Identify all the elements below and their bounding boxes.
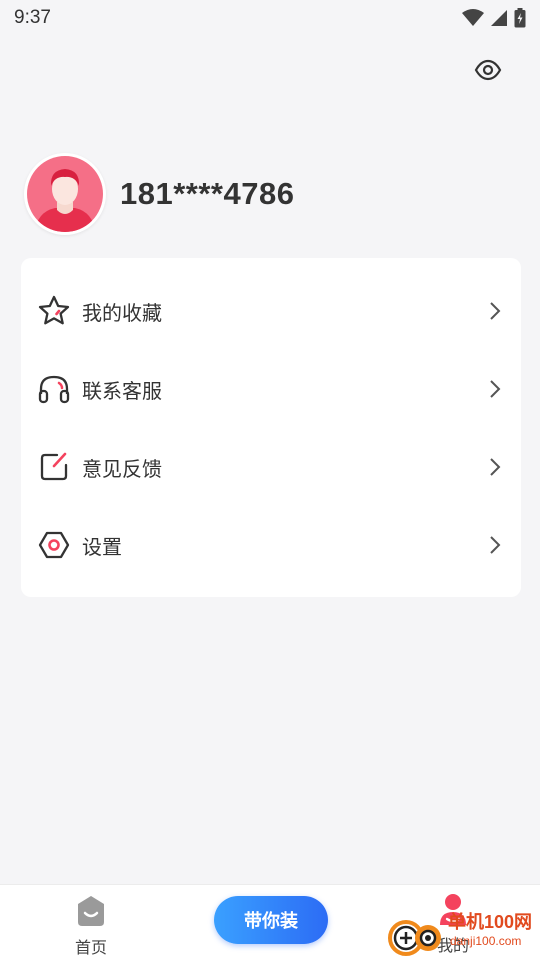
menu-item-label: 意见反馈 [82, 458, 162, 481]
avatar-image [27, 156, 103, 232]
menu-card: 我的收藏 联系客服 意见反馈 设置 [21, 258, 521, 597]
avatar[interactable] [24, 153, 106, 235]
username: 181****4786 [120, 176, 295, 211]
menu-item-settings[interactable]: 设置 [21, 506, 521, 584]
menu-item-label: 联系客服 [82, 380, 162, 403]
chevron-right-icon [490, 380, 501, 398]
cell-signal-icon [491, 10, 507, 26]
menu-item-feedback[interactable]: 意见反馈 [21, 428, 521, 506]
menu-item-label: 我的收藏 [82, 302, 162, 325]
status-time: 9:37 [14, 7, 51, 28]
nav-home-label: 首页 [74, 940, 107, 957]
battery-icon [514, 8, 526, 28]
menu-item-label: 设置 [82, 536, 122, 559]
profile-header[interactable]: 181****4786 [24, 153, 294, 235]
headset-icon [37, 372, 71, 406]
settings-hexagon-icon [37, 528, 71, 562]
menu-item-customer-service[interactable]: 联系客服 [21, 350, 521, 428]
chevron-right-icon [490, 458, 501, 476]
eye-icon[interactable] [474, 56, 502, 84]
wifi-icon [462, 9, 484, 26]
edit-note-icon [37, 450, 71, 484]
watermark-url: danji100.com [450, 934, 522, 948]
status-icons [462, 8, 526, 28]
chevron-right-icon [490, 302, 501, 320]
watermark-name: 单机100网 [448, 912, 533, 932]
user-avatar-icon [27, 156, 103, 232]
watermark: 单机100网 danji100.com [386, 904, 538, 958]
chevron-right-icon [490, 536, 501, 554]
home-icon [78, 896, 104, 926]
nav-home[interactable]: 首页 [70, 895, 112, 958]
status-bar: 9:37 [0, 0, 540, 36]
star-icon [37, 294, 71, 328]
menu-item-favorites[interactable]: 我的收藏 [21, 272, 521, 350]
center-action-button[interactable]: 带你装 [214, 896, 328, 944]
watermark-logo-icon [388, 920, 441, 956]
